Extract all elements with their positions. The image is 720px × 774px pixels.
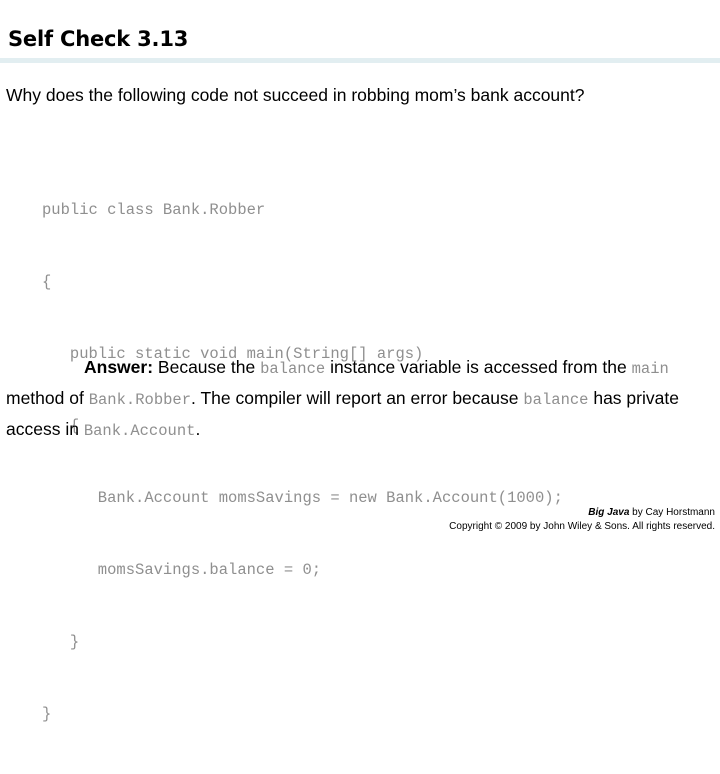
- footer-copyright: Copyright © 2009 by John Wiley & Sons. A…: [449, 521, 715, 532]
- inline-code-bankaccount: Bank.Account: [83, 422, 196, 440]
- code-line: public class Bank.Robber: [42, 201, 266, 219]
- title-divider: [0, 58, 720, 63]
- page-title: Self Check 3.13: [8, 27, 189, 51]
- inline-code-main: main: [631, 360, 669, 378]
- footer-attribution: Big Java by Cay Horstmann: [449, 506, 715, 520]
- answer-text: Answer: Because the balance instance var…: [6, 353, 706, 446]
- code-line: {: [42, 273, 52, 291]
- question-text: Why does the following code not succeed …: [6, 85, 585, 105]
- footer-author: by Cay Horstmann: [629, 507, 715, 518]
- answer-fragment: . The compiler will report an error beca…: [191, 388, 524, 408]
- code-line: }: [42, 633, 80, 651]
- inline-code-balance-2: balance: [523, 391, 589, 409]
- answer-fragment: instance variable is accessed from the: [325, 357, 632, 377]
- answer-fragment: Because the: [153, 357, 261, 377]
- answer-fragment: method of: [6, 388, 89, 408]
- footer: Big Java by Cay Horstmann Copyright © 20…: [449, 506, 715, 534]
- book-title: Big Java: [588, 507, 630, 518]
- title-area: Self Check 3.13: [0, 0, 720, 63]
- answer-fragment: .: [195, 419, 201, 439]
- inline-code-balance: balance: [260, 360, 326, 378]
- code-line: momsSavings.balance = 0;: [42, 561, 322, 579]
- answer-label: Answer:: [84, 357, 154, 377]
- code-block: public class Bank.Robber { public static…: [42, 150, 563, 774]
- code-line: }: [42, 705, 52, 723]
- inline-code-bankrobber: Bank.Robber: [88, 391, 192, 409]
- slide-root: Self Check 3.13 Why does the following c…: [0, 0, 720, 723]
